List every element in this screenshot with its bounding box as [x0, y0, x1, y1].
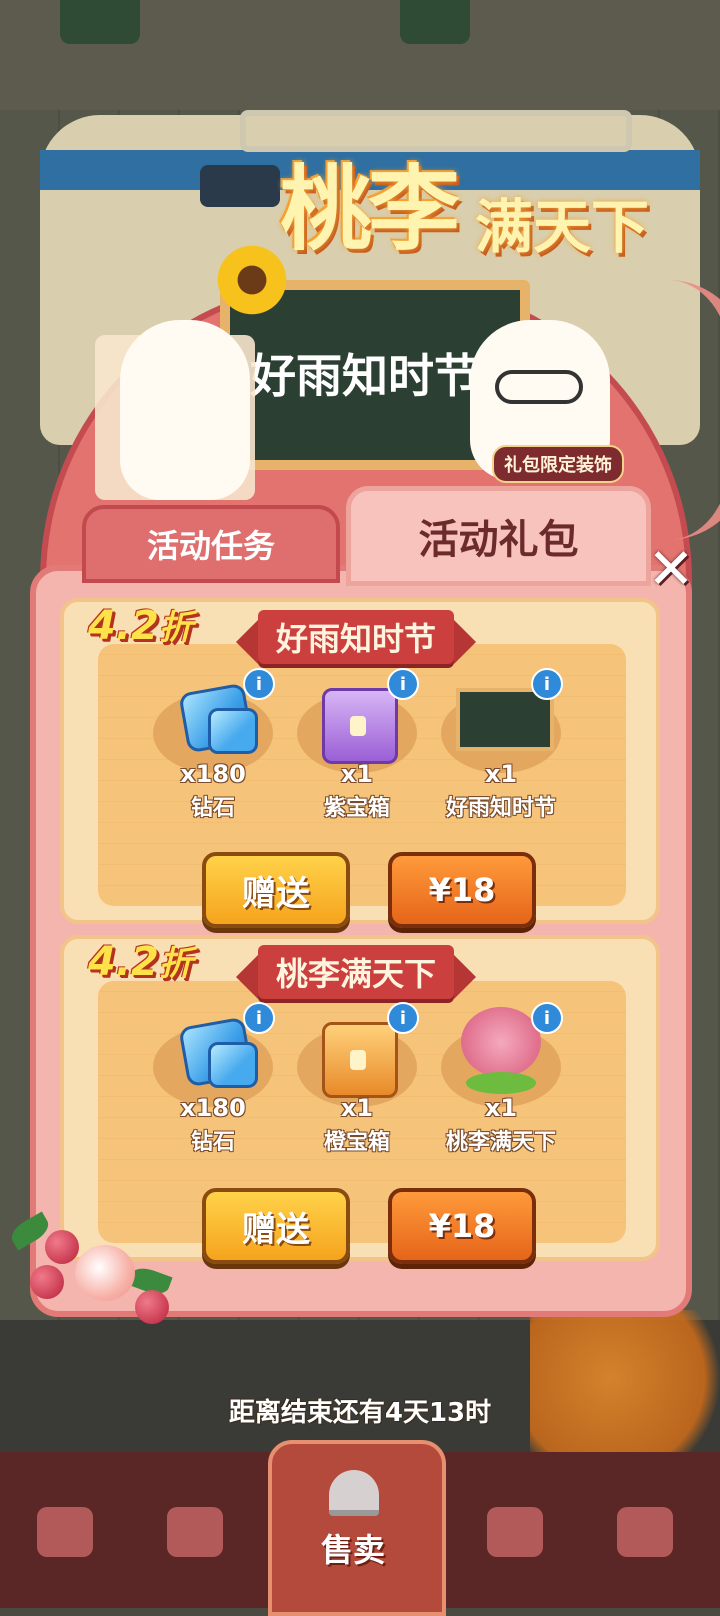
discount-unit: 折 — [158, 608, 193, 648]
item-quantity: x1 — [340, 760, 374, 788]
discount-badge: 4.2折 — [88, 936, 193, 985]
bus-window — [200, 165, 280, 207]
info-icon[interactable]: i — [531, 1002, 563, 1034]
discount-value: 4.2 — [88, 939, 159, 985]
limited-decoration-badge: 礼包限定装饰 — [492, 445, 624, 483]
gift-button[interactable]: 赠送 — [202, 852, 350, 928]
cloche-icon — [329, 1470, 379, 1516]
item-quantity: x1 — [340, 1094, 374, 1122]
reward-item[interactable]: i x1 紫宝箱 — [292, 668, 422, 828]
chalkboard-text: 好雨知时节 — [250, 349, 480, 403]
item-quantity: x1 — [484, 1094, 518, 1122]
event-title-main: 桃李 — [280, 156, 460, 263]
lock-icon — [350, 716, 366, 736]
bag-icon — [37, 1507, 93, 1557]
peach-tree-decoration-icon — [461, 1007, 541, 1077]
info-icon[interactable]: i — [243, 668, 275, 700]
reward-item[interactable]: i x1 好雨知时节 — [436, 668, 566, 828]
berry-icon — [135, 1290, 169, 1324]
handshake-icon — [167, 1507, 223, 1557]
event-title-sub: 满天下 — [475, 193, 650, 261]
event-title: 桃李 满天下 — [270, 135, 710, 275]
discount-value: 4.2 — [88, 603, 159, 649]
profile-icon — [487, 1507, 543, 1557]
reward-item[interactable]: i x180 钻石 — [148, 1002, 278, 1162]
glasses — [495, 370, 583, 404]
item-name: 桃李满天下 — [445, 1130, 556, 1155]
berry-icon — [30, 1265, 64, 1299]
package-title: 好雨知时节 — [236, 610, 476, 664]
discount-unit: 折 — [158, 944, 193, 984]
peach-flower-decoration — [7, 1200, 180, 1330]
bus-icon — [617, 1507, 673, 1557]
diamond-icon — [208, 1042, 258, 1088]
info-icon[interactable]: i — [531, 668, 563, 700]
gift-button[interactable]: 赠送 — [202, 1188, 350, 1264]
lock-icon — [350, 1050, 366, 1070]
info-icon[interactable]: i — [387, 1002, 419, 1034]
info-icon[interactable]: i — [387, 668, 419, 700]
reward-item[interactable]: i x1 桃李满天下 — [436, 1002, 566, 1162]
sunflower-icon — [212, 240, 292, 320]
close-icon[interactable]: ✕ — [640, 537, 702, 602]
nav-item-bag[interactable] — [0, 1462, 130, 1602]
hedge — [400, 0, 470, 44]
nav-item-handshake[interactable] — [130, 1462, 260, 1602]
cat-character-left — [120, 320, 250, 500]
reward-item[interactable]: i x1 橙宝箱 — [292, 1002, 422, 1162]
buy-button[interactable]: ¥18 — [388, 852, 536, 928]
item-name: 好雨知时节 — [445, 796, 556, 821]
grass-icon — [466, 1072, 536, 1094]
discount-badge: 4.2折 — [88, 600, 193, 649]
info-icon[interactable]: i — [243, 1002, 275, 1034]
tab-activity-gifts[interactable]: 活动礼包 — [346, 486, 651, 586]
berry-icon — [45, 1230, 79, 1264]
diamond-icon — [208, 708, 258, 754]
package-title: 桃李满天下 — [236, 945, 476, 999]
buy-button[interactable]: ¥18 — [388, 1188, 536, 1264]
nav-item-profile[interactable] — [450, 1462, 580, 1602]
item-quantity: x1 — [484, 760, 518, 788]
reward-item[interactable]: i x180 钻石 — [148, 668, 278, 828]
hedge — [60, 0, 140, 44]
tab-activity-tasks[interactable]: 活动任务 — [82, 505, 340, 583]
item-quantity: x180 — [180, 1094, 246, 1122]
event-countdown: 距离结束还有4天13时 — [228, 1398, 492, 1428]
nav-item-bus[interactable] — [580, 1462, 710, 1602]
item-quantity: x180 — [180, 760, 246, 788]
nav-sell-label: 售卖 — [320, 1531, 385, 1569]
peach-icon — [75, 1245, 135, 1301]
